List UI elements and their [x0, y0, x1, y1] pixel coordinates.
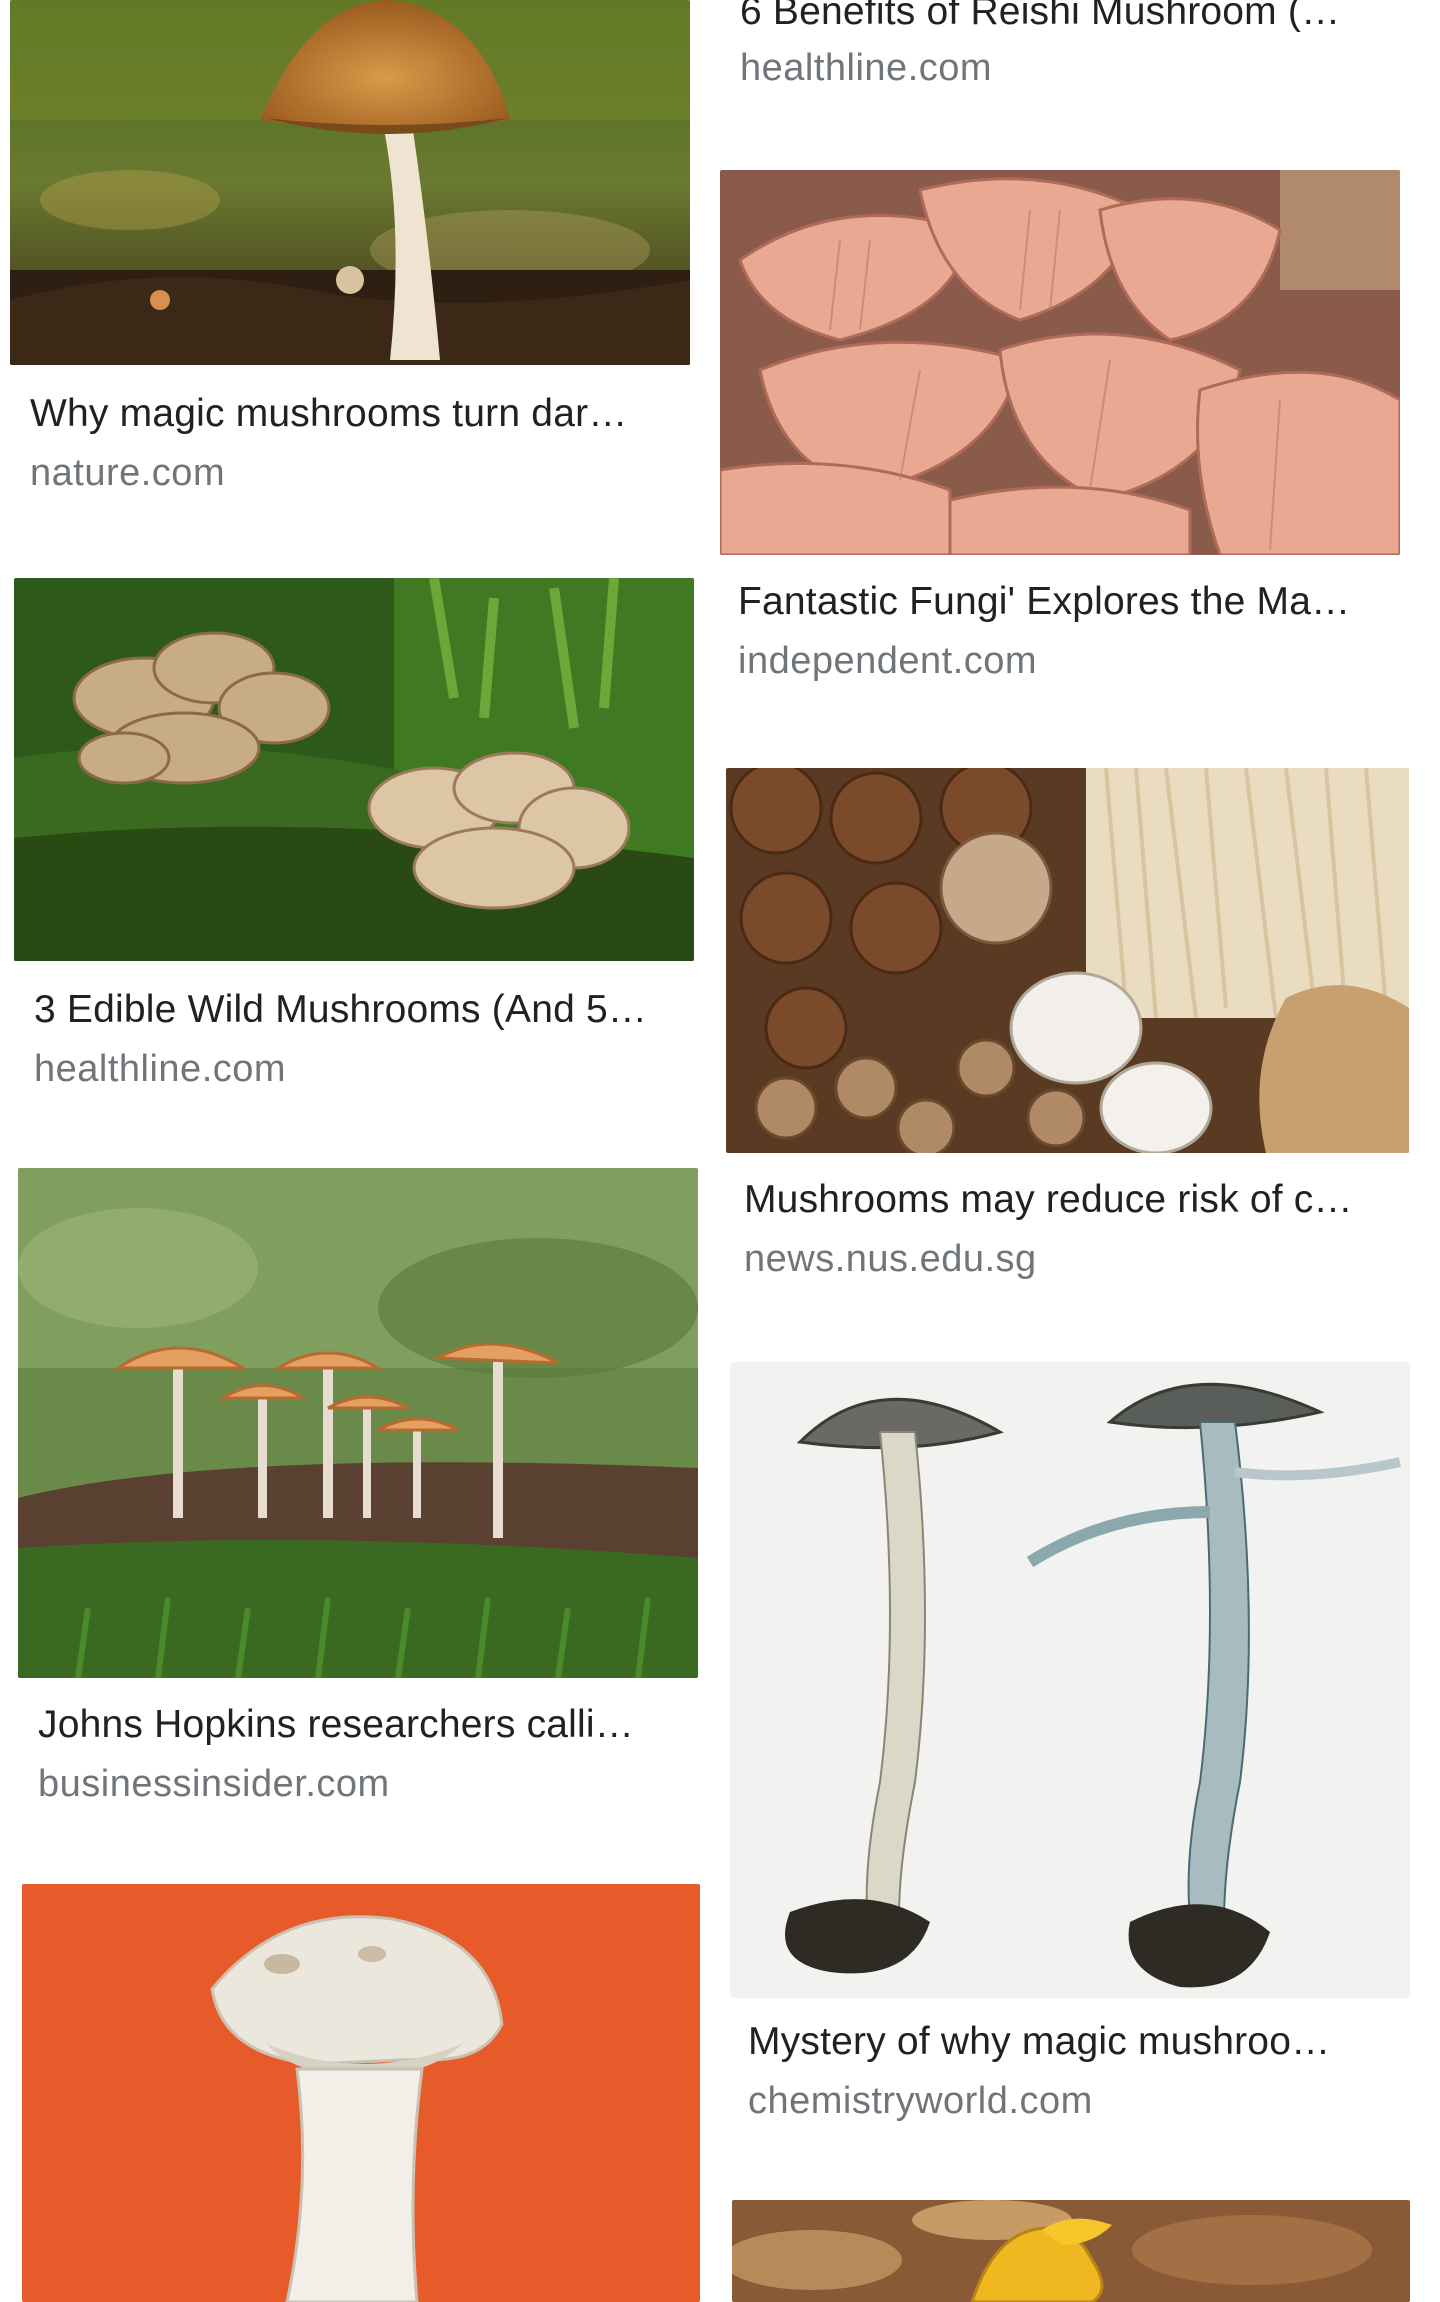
result-card-edible-wild-mushrooms[interactable]: 3 Edible Wild Mushrooms (And 5… healthli… — [14, 578, 704, 1090]
pink-oyster-mushroom-image[interactable] — [720, 170, 1400, 555]
result-card-reishi[interactable]: 6 Benefits of Reishi Mushroom (… healthl… — [725, 0, 1415, 110]
result-title[interactable]: Mushrooms may reduce risk of c… — [744, 1178, 1404, 1222]
result-source: businessinsider.com — [38, 1763, 390, 1805]
result-card-magic-mushrooms-turn-dark[interactable]: Why magic mushrooms turn dar… nature.com — [10, 0, 700, 510]
result-title[interactable]: Mystery of why magic mushroo… — [748, 2020, 1408, 2064]
white-button-mushroom-image[interactable] — [22, 1884, 700, 2302]
result-card-johns-hopkins[interactable]: Johns Hopkins researchers calli… busines… — [18, 1168, 708, 1828]
result-source: healthline.com — [34, 1048, 287, 1090]
result-card-mushrooms-reduce-risk[interactable]: Mushrooms may reduce risk of c… news.nus… — [726, 768, 1426, 1298]
assorted-mushrooms-image[interactable] — [726, 768, 1409, 1153]
result-title[interactable]: Johns Hopkins researchers calli… — [38, 1703, 688, 1747]
result-title[interactable]: Why magic mushrooms turn dar… — [30, 392, 680, 436]
bluing-psilocybe-image[interactable] — [730, 1362, 1410, 1998]
result-card-fantastic-fungi[interactable]: Fantastic Fungi' Explores the Ma… indepe… — [720, 170, 1420, 700]
image-results-grid: 6 Benefits of Reishi Mushroom (… healthl… — [0, 0, 1440, 2302]
result-source: chemistryworld.com — [748, 2080, 1093, 2122]
result-source: independent.com — [738, 640, 1038, 682]
result-card-white-button-mushroom[interactable] — [22, 1884, 702, 2302]
result-title[interactable]: 6 Benefits of Reishi Mushroom (… — [740, 0, 1400, 34]
result-title[interactable]: Fantastic Fungi' Explores the Ma… — [738, 580, 1398, 624]
result-card-mystery-magic-mushrooms[interactable]: Mystery of why magic mushroo… chemistryw… — [730, 1362, 1430, 2132]
result-source: news.nus.edu.sg — [744, 1238, 1037, 1280]
psilocybe-cluster-image[interactable] — [18, 1168, 698, 1678]
brown-cap-mushroom-image[interactable] — [10, 0, 690, 365]
maitake-mushroom-image[interactable] — [14, 578, 694, 961]
result-title[interactable]: 3 Edible Wild Mushrooms (And 5… — [34, 988, 684, 1032]
result-source: healthline.com — [740, 47, 993, 89]
result-card-chanterelle[interactable] — [732, 2200, 1412, 2302]
chanterelle-leaves-image[interactable] — [732, 2200, 1410, 2302]
result-source: nature.com — [30, 452, 226, 494]
